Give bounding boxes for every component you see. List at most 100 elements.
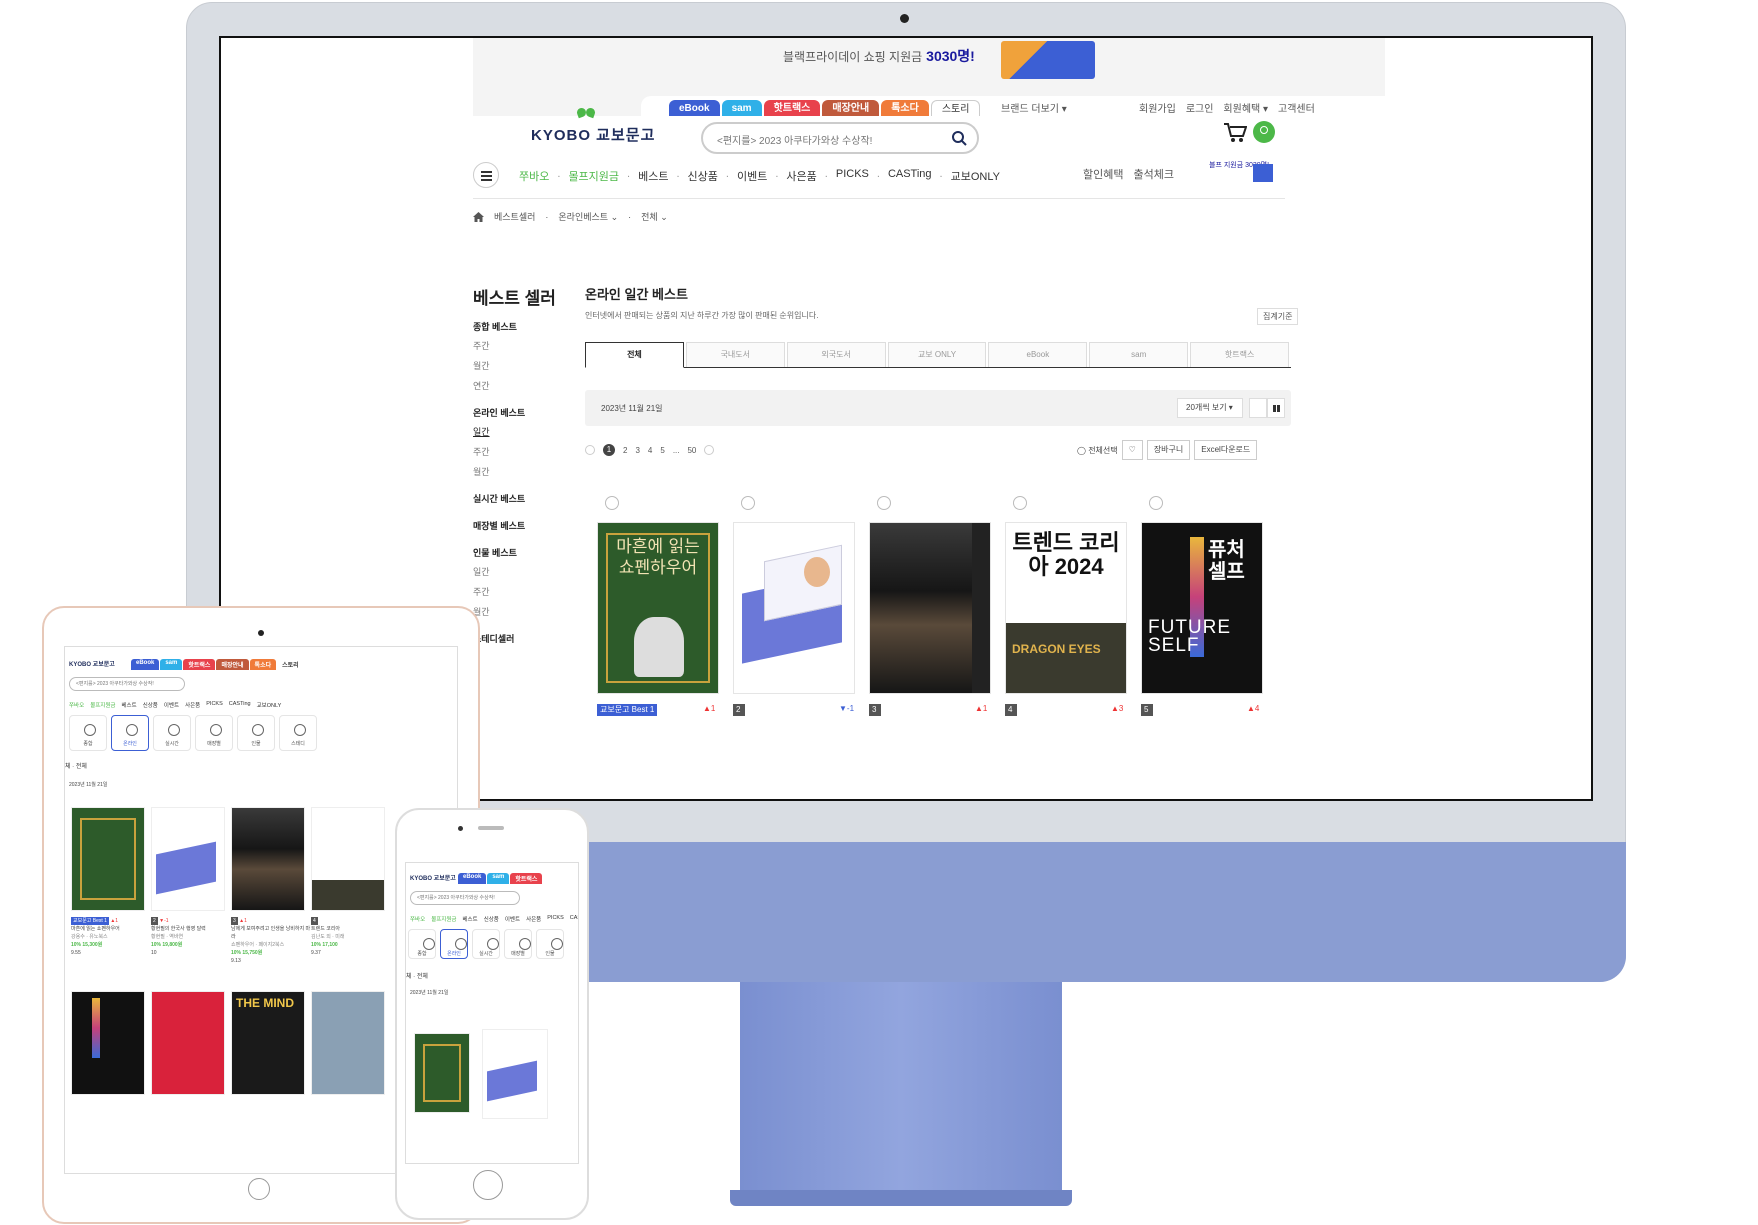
channel-tab[interactable]: 톡소다 <box>881 100 929 116</box>
category-tab[interactable]: 핫트랙스 <box>1190 342 1290 367</box>
nav-item[interactable]: 이벤트 <box>505 915 520 923</box>
tablet-book-cover[interactable] <box>231 807 305 911</box>
view-count-select[interactable]: 20개씩 보기 ▾ <box>1177 398 1243 418</box>
home-icon[interactable] <box>473 211 484 222</box>
brand-more-dropdown[interactable]: 브랜드 더보기 ▾ <box>1001 100 1067 115</box>
next-page-button[interactable] <box>704 445 715 455</box>
tablet-book-title[interactable]: 트렌드 코리아 <box>311 925 391 933</box>
tablet-book-cover[interactable] <box>71 991 145 1095</box>
tablet-book-cover[interactable] <box>151 991 225 1095</box>
category-icon-button[interactable]: 인물 <box>237 715 275 751</box>
category-tab[interactable]: 국내도서 <box>685 342 785 367</box>
nav-item[interactable]: 교보ONLY <box>943 168 1008 184</box>
nav-item[interactable]: 이벤트 <box>164 701 179 709</box>
lnb-sub-item[interactable]: 월간 <box>473 605 563 618</box>
tablet-book-cover[interactable] <box>311 807 385 911</box>
channel-tab[interactable]: 스토리 <box>277 659 304 670</box>
tablet-book-title[interactable]: 황현필의 한국사 행영 달력 <box>151 925 231 933</box>
channel-tab[interactable]: 매장안내 <box>822 100 880 116</box>
tablet-logo[interactable]: KYOBO 교보문고 <box>69 659 115 668</box>
category-tab[interactable]: 전체 <box>585 342 684 368</box>
category-icon-button[interactable]: 인물 <box>536 929 564 959</box>
book-cover[interactable] <box>869 522 991 694</box>
nav-item[interactable]: CASTing <box>570 915 578 923</box>
tablet-book-cover[interactable] <box>71 807 145 911</box>
nav-item[interactable]: 몰프지원금 <box>90 701 115 709</box>
nav-item[interactable]: 사은품 <box>778 168 824 184</box>
lnb-sub-item[interactable]: 주간 <box>473 445 563 458</box>
page-number[interactable]: 3 <box>635 446 639 455</box>
phone-book-cover[interactable] <box>414 1033 470 1113</box>
tablet-book-cover[interactable] <box>311 991 385 1095</box>
category-icon-button[interactable]: 매장별 <box>504 929 532 959</box>
book-checkbox[interactable] <box>605 496 619 510</box>
page-number[interactable]: 5 <box>660 446 664 455</box>
tablet-book-title[interactable]: 남에게 보여주려고 인생을 낭비하지 마라 <box>231 925 311 941</box>
nav-item[interactable]: 몰프지원금 <box>560 168 627 184</box>
nav-item[interactable]: 이벤트 <box>729 168 775 184</box>
nav-item[interactable]: 사은품 <box>526 915 541 923</box>
category-icon-button[interactable]: 실시간 <box>153 715 191 751</box>
nav-item[interactable]: 신상품 <box>143 701 158 709</box>
category-tab[interactable]: eBook <box>988 342 1088 367</box>
channel-tab[interactable]: 톡소다 <box>249 659 277 670</box>
category-icon-button[interactable]: 스테디 <box>279 715 317 751</box>
category-icon-button[interactable]: 종합 <box>408 929 436 959</box>
nav-item[interactable]: CASTing <box>229 701 251 709</box>
util-link[interactable]: 회원가입 <box>1139 100 1176 115</box>
nav-item[interactable]: 쭈바오 <box>69 701 84 709</box>
nav-item[interactable]: PICKS <box>547 915 564 923</box>
tablet-search-input[interactable]: <편지를> 2023 아쿠타가와상 수상작! <box>69 677 185 691</box>
category-icon-button[interactable]: 종합 <box>69 715 107 751</box>
right-nav-item[interactable]: 할인혜택 <box>1083 166 1123 182</box>
grid-view-button[interactable] <box>1267 398 1285 418</box>
category-icon-button[interactable]: 매장별 <box>195 715 233 751</box>
nav-item[interactable]: 베스트 <box>463 915 478 923</box>
nav-item[interactable]: 쭈바오 <box>410 915 425 923</box>
phone-logo[interactable]: KYOBO 교보문고 <box>410 873 456 882</box>
channel-tab[interactable]: sam <box>487 873 510 884</box>
promo-banner[interactable]: 블랙프라이데이 쇼핑 지원금 3030명! <box>473 38 1385 88</box>
lnb-sub-item[interactable]: 일간 <box>473 565 563 578</box>
tablet-book-info[interactable]: 2 ▼-1 황현필의 한국사 행영 달력 황현필 · 역바연 10% 19,800원 1… <box>151 917 231 957</box>
criteria-button[interactable]: 집계기준 <box>1257 308 1299 325</box>
book-cover[interactable]: 트렌드 코리아 2024 DRAGON EYES <box>1005 522 1127 694</box>
category-tab[interactable]: 외국도서 <box>786 342 886 367</box>
book-checkbox[interactable] <box>1013 496 1027 510</box>
page-number[interactable]: 50 <box>687 446 696 455</box>
tablet-home-button[interactable] <box>248 1178 270 1200</box>
channel-tab[interactable]: sam <box>721 100 762 116</box>
cart-icon[interactable] <box>1223 122 1247 144</box>
lnb-sub-item[interactable]: 주간 <box>473 339 563 352</box>
category-tab[interactable]: 교보 ONLY <box>887 342 987 367</box>
category-icon-button[interactable]: 실시간 <box>472 929 500 959</box>
select-all-checkbox[interactable]: ◯ 전체선택 <box>1077 445 1118 456</box>
nav-item[interactable]: 베스트 <box>630 168 676 184</box>
tablet-book-info[interactable]: 4 트렌드 코리아 김난도 외 · 미래 10% 17,100 9.37 <box>311 917 391 957</box>
nav-item[interactable]: PICKS <box>206 701 223 709</box>
lnb-group-title[interactable]: 스테디셀러 <box>473 632 563 645</box>
right-nav-item[interactable]: 출석체크 <box>1133 166 1173 182</box>
list-view-button[interactable] <box>1249 398 1267 418</box>
util-link[interactable]: 회원혜택 ▾ <box>1223 100 1268 115</box>
book-cover[interactable] <box>733 522 855 694</box>
search-icon[interactable] <box>951 130 967 146</box>
kyobo-logo[interactable]: KYOBO 교보문고 <box>531 108 654 148</box>
search-input[interactable]: <편지를> 2023 아쿠타가와상 수상작! <box>701 122 979 154</box>
tablet-book-cover[interactable] <box>151 807 225 911</box>
nav-item[interactable]: 몰프지원금 <box>431 915 456 923</box>
lnb-group-title[interactable]: 인물 베스트 <box>473 546 563 559</box>
tablet-book-info[interactable]: 3 ▲1 남에게 보여주려고 인생을 낭비하지 마라 쇼펜하우어 · 페이지2북스 1… <box>231 917 311 965</box>
channel-tab[interactable]: 핫트랙스 <box>763 100 821 116</box>
category-tab[interactable]: sam <box>1089 342 1189 367</box>
breadcrumb-item[interactable]: 전체 ⌄ <box>641 210 668 223</box>
lnb-sub-item[interactable]: 월간 <box>473 359 563 372</box>
nav-item[interactable]: 신상품 <box>484 915 499 923</box>
lnb-sub-item[interactable]: 연간 <box>473 379 563 392</box>
nav-item[interactable]: CASTing <box>880 168 940 184</box>
phone-home-button[interactable] <box>473 1170 503 1200</box>
nav-item[interactable]: 신상품 <box>680 168 726 184</box>
book-checkbox[interactable] <box>1149 496 1163 510</box>
channel-tab[interactable]: 핫트랙스 <box>510 873 543 884</box>
excel-download-button[interactable]: Excel다운로드 <box>1194 440 1258 460</box>
